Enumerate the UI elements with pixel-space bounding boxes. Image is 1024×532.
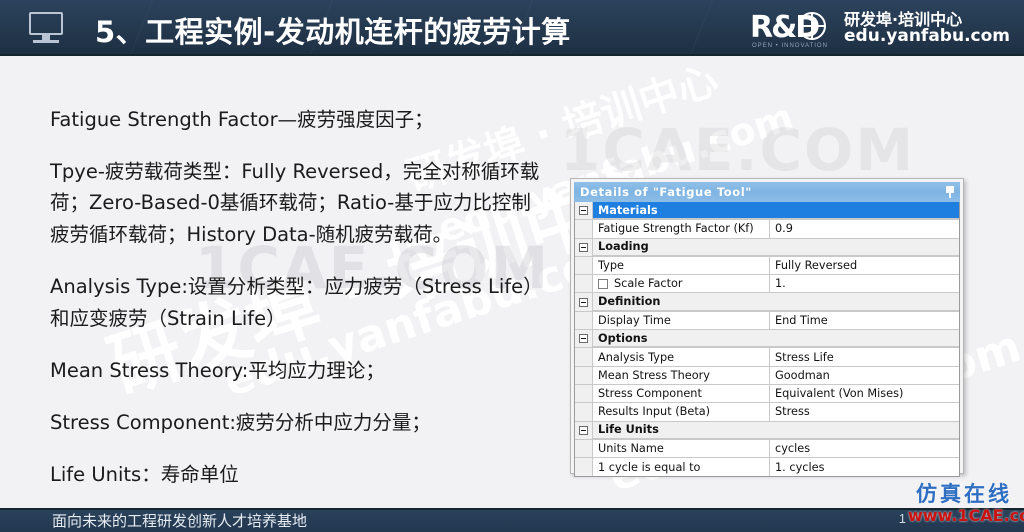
collapse-minus-icon[interactable]: [579, 297, 588, 307]
table-row[interactable]: Results Input (Beta) Stress: [575, 403, 959, 422]
table-row[interactable]: Loading: [575, 238, 959, 257]
row-gutter: [575, 458, 593, 477]
property-value[interactable]: Fully Reversed: [769, 256, 959, 275]
details-panel-title: Details of "Fatigue Tool": [580, 185, 752, 199]
property-value[interactable]: 0.9: [769, 220, 959, 238]
property-label: Mean Stress Theory: [593, 366, 769, 384]
property-value[interactable]: Goodman: [769, 366, 959, 384]
property-label: Analysis Type: [593, 348, 769, 366]
property-label-text: Scale Factor: [614, 277, 683, 291]
property-group-label: Loading: [593, 238, 959, 256]
content-paragraph: Tpye-疲劳载荷类型：Fully Reversed，完全对称循环载荷；Zero…: [50, 159, 540, 246]
row-gutter: [575, 311, 593, 330]
content-text-column: Fatigue Strength Factor—疲劳强度因子； Tpye-疲劳载…: [50, 104, 550, 508]
property-value[interactable]: Equivalent (Von Mises): [769, 384, 959, 403]
footer-page-number: 1: [898, 511, 906, 526]
logo-tagline: OPEN • INNOVATION: [752, 43, 828, 49]
table-row[interactable]: Mean Stress Theory Goodman: [575, 366, 959, 385]
property-value[interactable]: 1.: [769, 275, 959, 293]
row-gutter: [575, 256, 593, 275]
table-row[interactable]: Definition: [575, 293, 959, 312]
collapse-minus-icon[interactable]: [579, 206, 588, 216]
property-label: Display Time: [593, 311, 769, 330]
monitor-base: [33, 40, 59, 43]
table-row[interactable]: Options: [575, 330, 959, 349]
row-expander-cell[interactable]: [575, 202, 593, 220]
watermark-cae: 1CAE.COM: [560, 116, 916, 184]
table-row[interactable]: Units Name cycles: [575, 439, 959, 459]
property-value[interactable]: Stress: [769, 403, 959, 421]
property-group-label: Definition: [593, 293, 959, 311]
details-panel-titlebar: Details of "Fatigue Tool": [574, 182, 960, 202]
footer-text: 面向未来的工程研发创新人才培养基地: [52, 512, 308, 530]
brand-logo: R&D OPEN • INNOVATION 研发埠·培训中心 edu.yanfa…: [750, 8, 1010, 50]
table-row[interactable]: Materials: [575, 202, 959, 221]
collapse-minus-icon[interactable]: [579, 425, 588, 435]
table-row[interactable]: Display Time End Time: [575, 311, 959, 331]
table-row[interactable]: Type Fully Reversed: [575, 256, 959, 276]
property-value[interactable]: 1. cycles: [769, 458, 959, 477]
row-gutter: [575, 384, 593, 403]
table-row[interactable]: Stress Component Equivalent (Von Mises): [575, 384, 959, 404]
property-group-label: Life Units: [593, 421, 959, 439]
property-label: Type: [593, 256, 769, 275]
table-row[interactable]: 1 cycle is equal to 1. cycles: [575, 458, 959, 477]
details-property-grid[interactable]: Materials Fatigue Strength Factor (Kf) 0.9…: [574, 202, 960, 478]
row-gutter: [575, 348, 593, 366]
property-label: 1 cycle is equal to: [593, 458, 769, 477]
row-expander-cell[interactable]: [575, 421, 593, 439]
property-value[interactable]: Stress Life: [769, 348, 959, 366]
row-gutter: [575, 439, 593, 458]
row-expander-cell[interactable]: [575, 293, 593, 311]
page-title: 5、工程实例-发动机连杆的疲劳计算: [95, 15, 571, 49]
slide-footer: 面向未来的工程研发创新人才培养基地 1: [0, 508, 1024, 532]
logo-text-block: 研发埠·培训中心 edu.yanfabu.com: [844, 11, 1010, 47]
pin-icon[interactable]: [944, 185, 956, 199]
property-label: Stress Component: [593, 384, 769, 403]
slide-body: 研发埠 · 培训中心 edu.yanfabu.com 研发埠 · 培训中心 ed…: [0, 56, 1024, 508]
monitor-screen: [29, 12, 63, 35]
monitor-icon: [26, 12, 66, 44]
content-paragraph: Life Units：寿命单位: [50, 462, 239, 486]
slide-header: 5、工程实例-发动机连杆的疲劳计算 R&D OPEN • INNOVATION …: [0, 0, 1024, 56]
property-label: Fatigue Strength Factor (Kf): [593, 220, 769, 238]
property-value[interactable]: End Time: [769, 311, 959, 330]
rd-logo-icon: R&D OPEN • INNOVATION: [750, 10, 836, 49]
row-expander-cell[interactable]: [575, 238, 593, 256]
details-panel: Details of "Fatigue Tool" Materials Fatig…: [570, 178, 964, 478]
property-value[interactable]: cycles: [769, 439, 959, 458]
property-label: Results Input (Beta): [593, 403, 769, 421]
slide: 5、工程实例-发动机连杆的疲劳计算 R&D OPEN • INNOVATION …: [0, 0, 1024, 532]
content-paragraph: Stress Component:疲劳分析中应力分量；: [50, 411, 431, 435]
content-paragraph: Analysis Type:设置分析类型：应力疲劳（Stress Life）和应…: [50, 275, 543, 330]
property-label: Scale Factor: [593, 275, 769, 293]
row-gutter: [575, 403, 593, 421]
logo-url: edu.yanfabu.com: [844, 26, 1010, 47]
property-group-label: Options: [593, 330, 959, 348]
collapse-minus-icon[interactable]: [579, 334, 588, 344]
table-row[interactable]: Fatigue Strength Factor (Kf) 0.9: [575, 220, 959, 239]
property-label: Units Name: [593, 439, 769, 458]
checkbox[interactable]: [598, 278, 608, 289]
row-gutter: [575, 275, 593, 293]
table-row[interactable]: Scale Factor 1.: [575, 275, 959, 294]
row-expander-cell[interactable]: [575, 330, 593, 348]
content-paragraph: Mean Stress Theory:平均应力理论；: [50, 359, 385, 383]
table-row[interactable]: Analysis Type Stress Life: [575, 348, 959, 367]
table-row[interactable]: Life Units: [575, 421, 959, 440]
row-gutter: [575, 366, 593, 384]
globe-icon: [798, 12, 827, 40]
content-paragraph: Fatigue Strength Factor—疲劳强度因子；: [50, 108, 434, 131]
header-diagonal-line: [678, 0, 724, 56]
property-group-label: Materials: [593, 202, 959, 220]
collapse-minus-icon[interactable]: [579, 242, 588, 252]
row-gutter: [575, 220, 593, 238]
